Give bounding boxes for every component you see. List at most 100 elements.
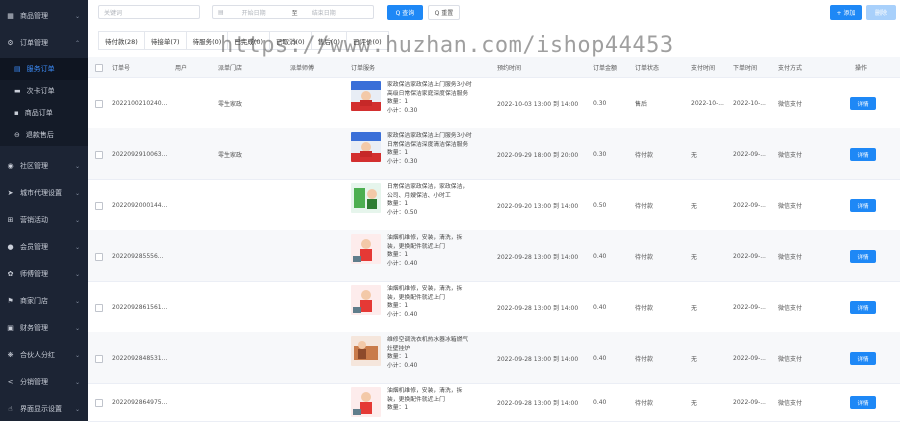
search-toolbar: 关键词 ▤ 开始日期 至 结束日期 Q 查询 Q 重置 + 添加 删除 xyxy=(88,0,900,28)
column-header: 支付方式 xyxy=(778,64,803,72)
row-checkbox[interactable] xyxy=(95,355,103,363)
service-title-line: 日常保洁保洁深度清洁保洁服务 xyxy=(387,141,469,148)
row-checkbox[interactable] xyxy=(95,253,103,261)
add-button[interactable]: + 添加 xyxy=(830,5,862,20)
status-tab[interactable]: 待付款(28) xyxy=(98,31,144,50)
row-checkbox[interactable] xyxy=(95,202,103,210)
detail-button[interactable]: 详情 xyxy=(850,301,876,314)
cell-status: 待付款 xyxy=(635,400,654,407)
start-date-placeholder: 开始日期 xyxy=(241,9,266,17)
submenu-item-3[interactable]: ▪ 商品订单 xyxy=(0,102,88,124)
submenu-item-1[interactable]: ▤ 服务订单 xyxy=(0,58,88,80)
sidebar-item-label: 合伙人分红 xyxy=(20,351,55,359)
service-thumbnail xyxy=(351,387,381,417)
submenu-item-4[interactable]: ⊖ 退款售后 xyxy=(0,124,88,146)
sidebar-item-11[interactable]: < 分销管理 ⌄ xyxy=(0,370,88,394)
cell-time: 2022-10-03 13:00 到 14:00 xyxy=(497,101,579,108)
date-range-input[interactable]: ▤ 开始日期 至 结束日期 xyxy=(212,5,374,19)
sidebar-item-12[interactable]: ☝ 界面显示设置 ⌄ xyxy=(0,397,88,421)
query-button[interactable]: Q 查询 xyxy=(387,5,423,20)
sidebar-item-3[interactable]: ◉ 社区管理 ⌄ xyxy=(0,154,88,178)
service-subtotal: 小计：0.30 xyxy=(387,107,418,114)
service-thumbnail xyxy=(351,132,381,162)
service-info: 油烟机维修，安装，清洗，拆 装，更换配件就近上门 数量：1 xyxy=(387,387,472,413)
detail-button[interactable]: 详情 xyxy=(850,97,876,110)
cell-order-time: 2022-09-... xyxy=(733,355,766,362)
service-info: 日常保洁家政保洁，家政保洁， 公司、月嫂保洁、小时工 数量：1 小计：0.50 xyxy=(387,183,472,217)
calendar-icon: ▤ xyxy=(218,8,224,16)
detail-button[interactable]: 详情 xyxy=(850,352,876,365)
column-header: 支付时间 xyxy=(691,64,716,72)
row-checkbox[interactable] xyxy=(95,151,103,159)
service-thumbnail xyxy=(351,285,381,315)
cell-status: 待付款 xyxy=(635,305,654,312)
column-header: 派单门店 xyxy=(218,64,243,72)
cell-time: 2022-09-20 13:00 到 14:00 xyxy=(497,203,579,210)
cell-time: 2022-09-28 13:00 到 14:00 xyxy=(497,356,579,363)
detail-button[interactable]: 详情 xyxy=(850,148,876,161)
sidebar-item-1[interactable]: ▦ 商品管理 ⌄ xyxy=(0,4,88,28)
cell-time: 2022-09-29 18:00 到 20:00 xyxy=(497,152,579,159)
cell-order-no: 2022100210240... xyxy=(112,100,168,107)
service-title-line: 油烟机维修，安装，清洗，拆 xyxy=(387,388,463,394)
service-title-line: 高级日常保洁家庭深度保洁服务 xyxy=(387,90,469,97)
cell-pay-method: 微信支付 xyxy=(778,152,803,159)
card-icon: ▬ xyxy=(14,87,21,95)
row-checkbox[interactable] xyxy=(95,100,103,108)
building-icon: ⊞ xyxy=(7,216,14,224)
end-date-placeholder: 结束日期 xyxy=(311,9,336,17)
submenu-item-2[interactable]: ▬ 次卡订单 xyxy=(0,80,88,102)
sidebar-item-8[interactable]: ⚑ 商家门店 ⌄ xyxy=(0,289,88,313)
sidebar-item-2[interactable]: ⚙ 订单管理 ⌃ xyxy=(0,31,88,55)
sidebar-item-6[interactable]: ● 会员管理 ⌄ xyxy=(0,235,88,259)
cell-amount: 0.40 xyxy=(593,355,607,362)
sidebar-item-5[interactable]: ⊞ 营销活动 ⌄ xyxy=(0,208,88,232)
calendar-icon: ▤ xyxy=(14,65,21,73)
main-content: 关键词 ▤ 开始日期 至 结束日期 Q 查询 Q 重置 + 添加 删除 待付款(… xyxy=(88,0,900,422)
sidebar: ▦ 商品管理 ⌄ ⚙ 订单管理 ⌃ ◉ 社区管理 ⌄ ➤ 城市代理设置 ⌄ ⊞ 营销活动 ⌄ ● 会员管理 ⌄ ✿ 师… xyxy=(0,0,88,421)
table-row: 2022092000144... 2022-09-20 13:00 到 14:00… xyxy=(88,179,900,231)
table-header: 订单号 用户 派单门店 派单师傅 订单服务 预约时间 订单金额 订单状态 支付时间 下单时间 支付方… xyxy=(88,57,900,78)
cell-amount: 0.30 xyxy=(593,151,607,158)
cell-status: 待付款 xyxy=(635,356,654,363)
send-icon: ➤ xyxy=(7,189,14,197)
service-title-line: 公司、月嫂保洁、小时工 xyxy=(387,192,451,199)
cell-pay-method: 微信支付 xyxy=(778,254,803,261)
service-title-line: 维修空调洗衣机热水器冰箱燃气 xyxy=(387,337,469,343)
service-info: 维修空调洗衣机热水器冰箱燃气 灶壁挂炉 数量：1 小计：0.40 xyxy=(387,336,472,370)
cell-pay-method: 微信支付 xyxy=(778,356,803,363)
service-subtotal: 小计：0.40 xyxy=(387,362,418,369)
detail-button[interactable]: 详情 xyxy=(850,396,876,409)
sidebar-item-7[interactable]: ✿ 师傅管理 ⌄ xyxy=(0,262,88,286)
service-title-line: 油烟机维修，安装，清洗，拆 xyxy=(387,286,463,292)
delete-button[interactable]: 删除 xyxy=(866,5,896,20)
detail-button[interactable]: 详情 xyxy=(850,250,876,263)
service-info: 家政保洁家政保洁上门服务3小时 日常保洁保洁深度清洁保洁服务 数量：1 小计：0.30 xyxy=(387,132,472,166)
refund-icon: ⊖ xyxy=(14,131,20,139)
watermark: https://www.huzhan.com/ishop44453 xyxy=(220,33,674,58)
reset-button[interactable]: Q 重置 xyxy=(428,5,460,20)
service-quantity: 数量：1 xyxy=(387,354,409,360)
cell-status: 售后 xyxy=(635,101,648,108)
service-title-line: 家政保洁家政保洁上门服务3小时 xyxy=(387,133,472,139)
select-all-checkbox[interactable] xyxy=(95,64,103,72)
chevron-down-icon: ⌄ xyxy=(74,405,80,413)
row-checkbox[interactable] xyxy=(95,399,103,407)
table-row: 2022092864975... 2022-09-28 13:00 到 14:00… xyxy=(88,383,900,422)
cell-status: 待付款 xyxy=(635,254,654,261)
flag-icon: ⚑ xyxy=(7,297,14,305)
chevron-down-icon: ⌄ xyxy=(74,378,80,386)
row-checkbox[interactable] xyxy=(95,304,103,312)
chevron-down-icon: ⌄ xyxy=(74,189,80,197)
sidebar-item-label: 分销管理 xyxy=(20,378,48,386)
grid-icon: ▦ xyxy=(7,12,14,20)
flower-icon: ❋ xyxy=(7,351,14,359)
service-info: 油烟机维修，安装，清洗，拆 装，更换配件就近上门 数量：1 小计：0.40 xyxy=(387,234,472,268)
detail-button[interactable]: 详情 xyxy=(850,199,876,212)
cell-order-time: 2022-09-... xyxy=(733,399,766,406)
sidebar-item-10[interactable]: ❋ 合伙人分红 ⌄ xyxy=(0,343,88,367)
sidebar-item-9[interactable]: ▣ 财务管理 ⌄ xyxy=(0,316,88,340)
sidebar-item-4[interactable]: ➤ 城市代理设置 ⌄ xyxy=(0,181,88,205)
keyword-input[interactable]: 关键词 xyxy=(98,5,200,19)
status-tab[interactable]: 待接单(7) xyxy=(143,31,186,50)
